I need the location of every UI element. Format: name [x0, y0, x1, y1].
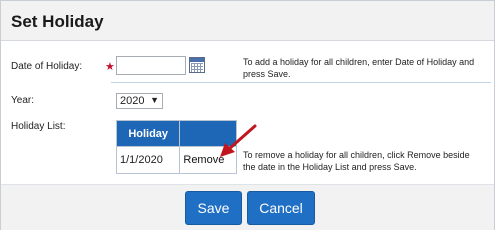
holiday-column-header: Holiday	[115, 120, 181, 147]
year-select[interactable]: 2020 ▼	[116, 93, 163, 109]
calendar-icon-grid	[191, 63, 203, 72]
dialog-title: Set Holiday	[11, 12, 104, 31]
remove-holiday-help-text: To remove a holiday for all children, cl…	[243, 150, 470, 172]
year-label: Year:	[11, 95, 34, 106]
calendar-icon[interactable]	[189, 57, 205, 73]
set-holiday-dialog: Set Holiday Date of Holiday: ★ To add a …	[0, 0, 495, 230]
holiday-date-cell: 1/1/2020	[115, 146, 181, 174]
dialog-titlebar: Set Holiday	[1, 1, 494, 41]
calendar-icon-header	[190, 58, 204, 62]
add-holiday-help-text: To add a holiday for all children, enter…	[243, 57, 475, 79]
required-star-icon: ★	[105, 61, 115, 73]
date-of-holiday-input[interactable]	[116, 56, 186, 75]
chevron-down-icon: ▼	[150, 95, 159, 105]
date-of-holiday-label: Date of Holiday:	[11, 61, 83, 72]
year-selected-value: 2020	[120, 95, 145, 107]
form-divider	[111, 82, 491, 83]
cancel-button[interactable]: Cancel	[247, 191, 315, 225]
holiday-list-label: Holiday List:	[11, 121, 66, 132]
save-button[interactable]: Save	[185, 191, 242, 225]
